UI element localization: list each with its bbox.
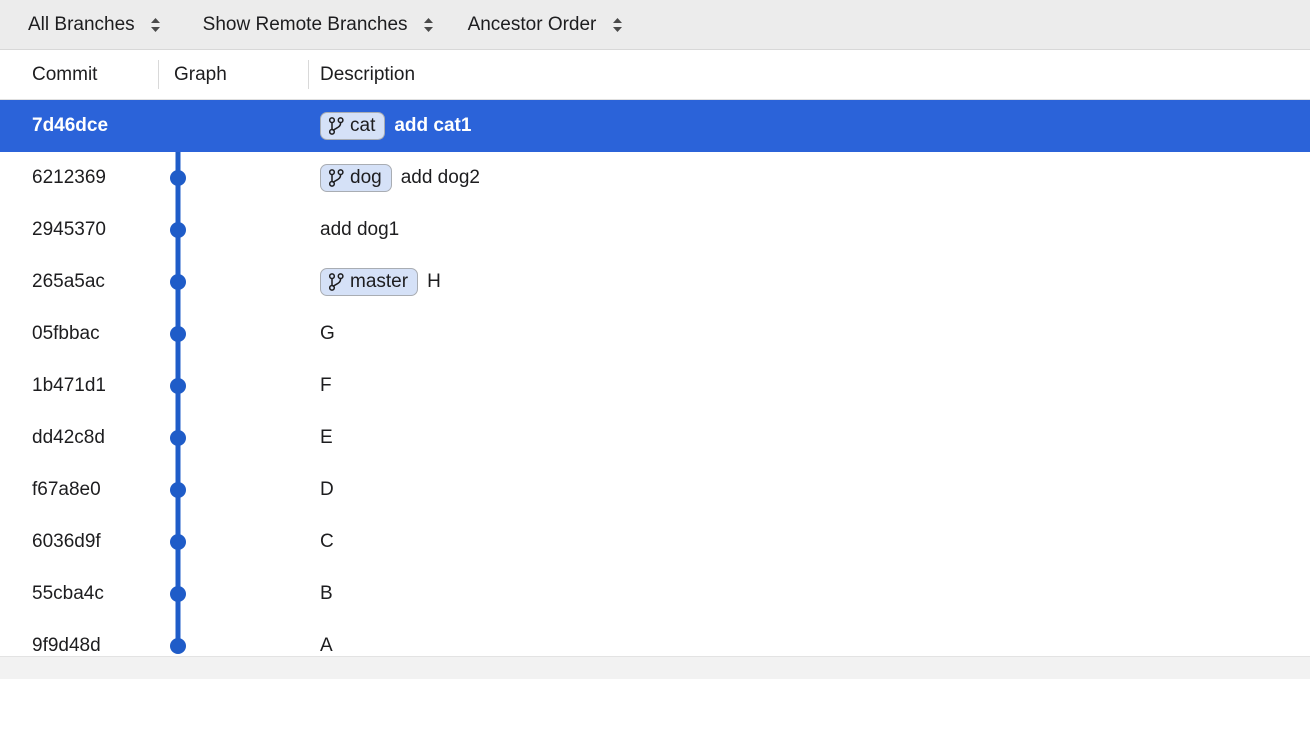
remote-branches-popup[interactable]: Show Remote Branches	[203, 0, 454, 49]
commit-row[interactable]: dd42c8d E	[0, 412, 1310, 464]
branch-filter-popup[interactable]: All Branches	[0, 0, 181, 49]
commit-hash: 6036d9f	[32, 531, 101, 552]
commit-message: D	[320, 479, 334, 500]
commit-description-cell: G	[308, 323, 1310, 345]
commit-row[interactable]: 6212369 dog add dog2	[0, 152, 1310, 204]
column-header-commit[interactable]: Commit	[0, 50, 158, 99]
commit-message: B	[320, 583, 333, 604]
commit-hash: 55cba4c	[32, 583, 104, 604]
commit-description-cell: A	[308, 635, 1310, 656]
commit-description-cell: dog add dog2	[308, 163, 1310, 193]
branch-badge-label: dog	[350, 166, 382, 188]
commit-description-cell: C	[308, 531, 1310, 553]
commit-row[interactable]: 55cba4c B	[0, 568, 1310, 620]
remote-branches-label: Show Remote Branches	[202, 13, 408, 35]
column-header-graph-label: Graph	[174, 63, 227, 85]
toolbar: All Branches Show Remote Branches Ancest…	[0, 0, 1310, 50]
commit-message: add cat1	[394, 115, 472, 136]
git-branch-icon	[329, 272, 344, 291]
branch-badge[interactable]: dog	[320, 163, 392, 193]
commit-message: F	[320, 375, 332, 396]
commit-message: add dog1	[320, 219, 400, 240]
commit-hash: 05fbbac	[32, 323, 100, 344]
updown-chevron-icon	[422, 17, 436, 33]
commit-hash: 2945370	[32, 219, 106, 240]
commit-row[interactable]: 9f9d48d A	[0, 620, 1310, 656]
commit-row[interactable]: 1b471d1 F	[0, 360, 1310, 412]
commit-hash: 9f9d48d	[32, 635, 101, 656]
column-header-description[interactable]: Description	[308, 50, 1310, 99]
commit-description-cell: E	[308, 427, 1310, 449]
updown-chevron-icon	[149, 17, 163, 33]
commit-description-cell: master H	[308, 267, 1310, 297]
column-header-description-label: Description	[320, 63, 416, 85]
commit-message: H	[427, 271, 441, 292]
commit-row[interactable]: 2945370 add dog1	[0, 204, 1310, 256]
order-label: Ancestor Order	[467, 13, 597, 35]
column-header-row: Commit Graph Description	[0, 50, 1310, 100]
commit-row[interactable]: f67a8e0 D	[0, 464, 1310, 516]
branch-badge[interactable]: cat	[320, 111, 386, 141]
commit-hash: 1b471d1	[32, 375, 106, 396]
commit-message: add dog2	[400, 167, 480, 188]
branch-badge-label: cat	[350, 114, 376, 136]
commit-hash: 6212369	[32, 167, 106, 188]
branch-badge[interactable]: master	[320, 267, 419, 297]
commit-description-cell: add dog1	[308, 219, 1310, 241]
commit-message: C	[320, 531, 334, 552]
column-header-commit-label: Commit	[32, 63, 98, 85]
commit-message: G	[320, 323, 335, 344]
footer-bar	[0, 657, 1310, 679]
commit-hash: f67a8e0	[32, 479, 101, 500]
commit-row[interactable]: 05fbbac G	[0, 308, 1310, 360]
commit-list[interactable]: 7d46dce cat add cat1 6212369 dog add dog2 2945…	[0, 100, 1310, 656]
branch-filter-label: All Branches	[28, 13, 135, 35]
commit-description-cell: F	[308, 375, 1310, 397]
commit-message: A	[320, 635, 333, 656]
commit-description-cell: cat add cat1	[308, 111, 1310, 141]
commit-row[interactable]: 265a5ac master H	[0, 256, 1310, 308]
commit-message: E	[320, 427, 333, 448]
git-branch-icon	[329, 168, 344, 187]
commit-description-cell: B	[308, 583, 1310, 605]
branch-badge-label: master	[350, 270, 409, 292]
commit-hash: dd42c8d	[32, 427, 105, 448]
commit-hash: 7d46dce	[32, 115, 109, 136]
order-popup[interactable]: Ancestor Order	[468, 0, 643, 49]
column-header-graph[interactable]: Graph	[158, 50, 308, 99]
commit-hash: 265a5ac	[32, 271, 105, 292]
commit-description-cell: D	[308, 479, 1310, 501]
commit-row[interactable]: 6036d9f C	[0, 516, 1310, 568]
commit-row[interactable]: 7d46dce cat add cat1	[0, 100, 1310, 152]
updown-chevron-icon	[610, 17, 624, 33]
git-branch-icon	[329, 116, 344, 135]
